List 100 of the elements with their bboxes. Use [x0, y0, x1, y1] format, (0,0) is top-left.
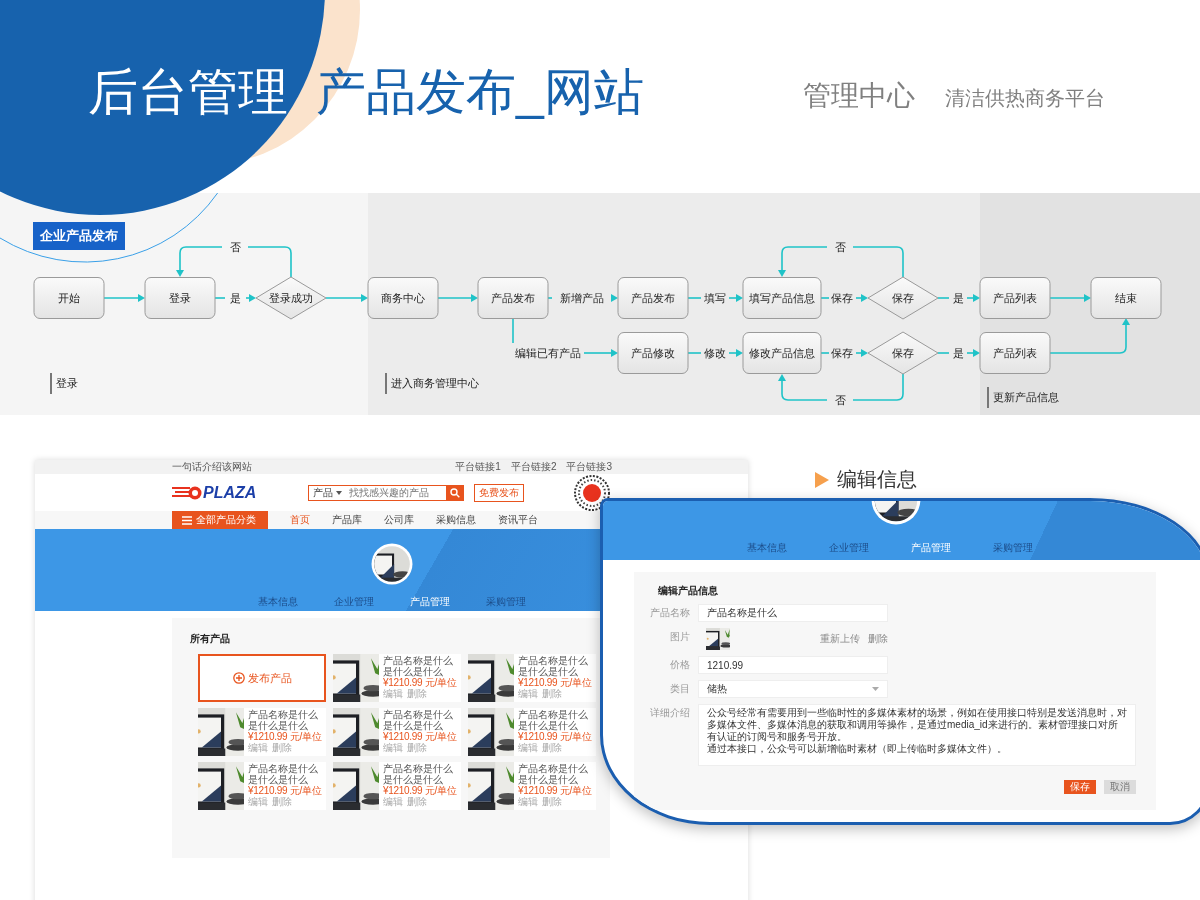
- edge-label: 保存: [831, 292, 853, 304]
- flow-arrow: [728, 349, 743, 357]
- edge-label: 是: [952, 292, 964, 304]
- image-action-link[interactable]: 删除: [868, 632, 888, 646]
- action-link[interactable]: 编辑: [383, 688, 403, 699]
- flow-arrow: [436, 294, 478, 302]
- edge-label: 否: [229, 241, 241, 253]
- search-field[interactable]: 产品 找找感兴趣的产品: [308, 484, 464, 501]
- process-node: 结束: [1090, 277, 1162, 319]
- plus-icon: [232, 672, 245, 684]
- flow-line: [213, 297, 226, 299]
- field-label: 类目: [669, 682, 690, 696]
- nav-link[interactable]: 首页: [290, 513, 310, 527]
- flow-line: [937, 297, 950, 299]
- profile-tab[interactable]: 企业管理: [829, 541, 869, 562]
- flow-line: [852, 373, 904, 401]
- edge-label: 是: [229, 292, 241, 304]
- profile-tab[interactable]: 企业管理: [333, 595, 374, 614]
- edge-label: 是: [952, 347, 964, 359]
- flow-line: [820, 297, 830, 299]
- category-button[interactable]: 全部产品分类: [172, 511, 268, 529]
- decision-node: 保存: [867, 331, 939, 375]
- phase-label: 进入商务管理中心: [385, 373, 479, 394]
- flow-arrow: [583, 349, 618, 357]
- product-price: ¥1210.99 元/单位: [383, 785, 458, 796]
- top-link[interactable]: 平台链接2: [510, 460, 557, 474]
- text-field[interactable]: 产品名称是什么: [698, 604, 888, 622]
- action-link[interactable]: 删除: [272, 742, 292, 753]
- product-name: 产品名称是什么是什么是什么: [518, 655, 589, 677]
- decision-node: 登录成功: [255, 276, 327, 320]
- publish-button[interactable]: 免费发布: [474, 483, 524, 502]
- product-name: 产品名称是什么是什么是什么: [518, 709, 589, 731]
- page-title: 后台管理: [88, 63, 288, 122]
- product-price: ¥1210.99 元/单位: [518, 731, 593, 742]
- action-link[interactable]: 编辑: [518, 688, 538, 699]
- flow-line: [512, 317, 514, 344]
- edge-label: 新增产品: [560, 292, 604, 304]
- process-node: 商务中心: [367, 277, 439, 319]
- product-name: 产品名称是什么是什么是什么: [248, 709, 319, 731]
- process-node: 登录: [144, 277, 216, 319]
- flow-arrow: [103, 294, 145, 302]
- flow-arrow: [966, 294, 980, 302]
- top-link[interactable]: 平台链接3: [566, 460, 612, 474]
- flow-arrow: [245, 294, 256, 302]
- action-link[interactable]: 编辑: [248, 796, 268, 807]
- product-price: ¥1210.99 元/单位: [383, 677, 458, 688]
- process-node: 产品修改: [617, 332, 689, 374]
- select-field[interactable]: 储热: [698, 680, 888, 698]
- action-link[interactable]: 删除: [407, 796, 427, 807]
- nav-link[interactable]: 采购信息: [436, 513, 476, 527]
- action-link[interactable]: 删除: [407, 688, 427, 699]
- product-price: ¥1210.99 元/单位: [518, 677, 593, 688]
- process-node: 产品发布: [477, 277, 549, 319]
- caret-icon: [336, 490, 342, 495]
- nav-link[interactable]: 公司库: [384, 513, 414, 527]
- flow-line: [687, 352, 702, 354]
- decision-node: 保存: [867, 276, 939, 320]
- product-name: 产品名称是什么是什么是什么: [383, 763, 454, 785]
- text-field[interactable]: 1210.99: [698, 656, 888, 674]
- action-link[interactable]: 删除: [542, 742, 562, 753]
- product-name: 产品名称是什么是什么是什么: [383, 655, 454, 677]
- profile-tab[interactable]: 基本信息: [747, 541, 787, 562]
- edge-label: 填写: [704, 292, 726, 304]
- flow-arrow: [611, 294, 618, 302]
- image-action-link[interactable]: 重新上传: [820, 632, 860, 646]
- action-link[interactable]: 编辑: [518, 742, 538, 753]
- product-name: 产品名称是什么是什么是什么: [518, 763, 589, 785]
- profile-tab[interactable]: 产品管理: [911, 541, 951, 562]
- profile-tab[interactable]: 基本信息: [257, 595, 298, 614]
- profile-tab[interactable]: 产品管理: [409, 595, 450, 614]
- play-icon: [815, 471, 829, 488]
- nav-link[interactable]: 资讯平台: [498, 513, 538, 527]
- action-link[interactable]: 编辑: [518, 796, 538, 807]
- form-title: 编辑产品信息: [658, 584, 719, 598]
- product-price: ¥1210.99 元/单位: [383, 731, 458, 742]
- flow-line: [820, 352, 830, 354]
- profile-tab[interactable]: 采购管理: [485, 595, 526, 614]
- search-icon: [450, 487, 460, 498]
- search-button[interactable]: [446, 484, 464, 501]
- form-button[interactable]: 保存: [1064, 780, 1096, 794]
- action-link[interactable]: 编辑: [248, 742, 268, 753]
- edge-label: 修改: [704, 347, 726, 359]
- description-field[interactable]: 公众号经常有需要用到一些临时性的多媒体素材的场景，例如在使用接口特别是发送消息时，对多媒体文件、多媒体消息的获取和调用等操作，是通过media_id来进行的。素材管理接口对所有认证的订阅号和服务号开放。 通过本接口，公众号可以新增临时素材（即上传临时多媒体文件）。: [698, 704, 1136, 766]
- profile-tab[interactable]: 采购管理: [993, 541, 1033, 562]
- nav-link[interactable]: 产品库: [332, 513, 362, 527]
- add-product-button[interactable]: 发布产品: [198, 654, 326, 702]
- action-link[interactable]: 删除: [272, 796, 292, 807]
- edge-label: 否: [834, 241, 846, 253]
- action-link[interactable]: 编辑: [383, 796, 403, 807]
- action-link[interactable]: 删除: [542, 688, 562, 699]
- section-heading: 所有产品: [190, 632, 231, 646]
- action-link[interactable]: 删除: [542, 796, 562, 807]
- action-link[interactable]: 删除: [407, 742, 427, 753]
- flow-arrow: [855, 294, 868, 302]
- process-node: 产品列表: [979, 332, 1051, 374]
- phase-label: 更新产品信息: [987, 387, 1059, 408]
- product-price: ¥1210.99 元/单位: [248, 731, 323, 742]
- action-link[interactable]: 编辑: [383, 742, 403, 753]
- top-link[interactable]: 平台链接1: [455, 460, 501, 474]
- flow-arrow: [325, 294, 368, 302]
